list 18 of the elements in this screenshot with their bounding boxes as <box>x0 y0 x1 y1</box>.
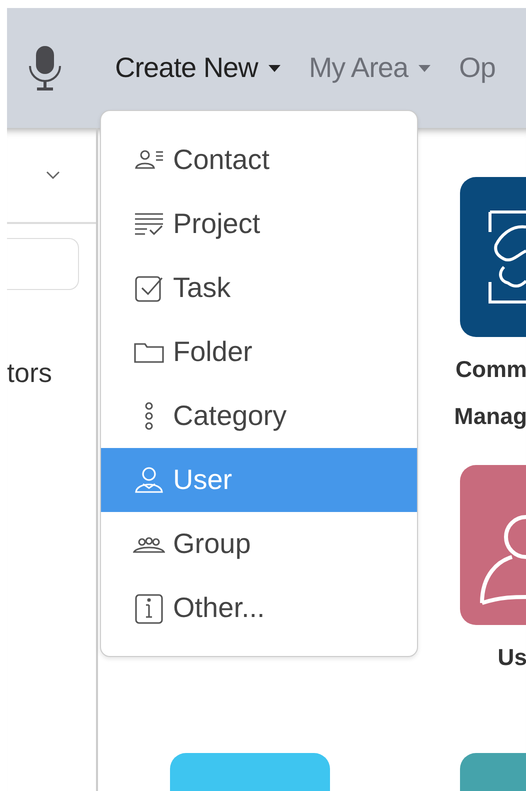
sidebar-link[interactable]: tors <box>7 358 96 389</box>
chevron-down-icon[interactable] <box>46 171 60 179</box>
tile-caption: Manag <box>453 402 526 431</box>
user-icon <box>133 464 165 496</box>
user-icon <box>480 515 526 605</box>
menu-item[interactable]: Contact <box>101 128 417 192</box>
menu-item[interactable]: Group <box>101 512 417 576</box>
tile-caption: Comm <box>454 355 526 384</box>
menu-item[interactable]: Category <box>101 384 417 448</box>
menu-item[interactable]: Project <box>101 192 417 256</box>
microphone-icon[interactable] <box>27 44 63 92</box>
tile-caption: Us <box>496 643 526 672</box>
menu-item[interactable]: Folder <box>101 320 417 384</box>
info-icon <box>133 592 165 624</box>
search-field[interactable] <box>7 238 79 290</box>
nav-menu[interactable]: Create New <box>115 52 281 84</box>
menu-item[interactable]: Task <box>101 256 417 320</box>
menu-item[interactable]: Other... <box>101 576 417 640</box>
